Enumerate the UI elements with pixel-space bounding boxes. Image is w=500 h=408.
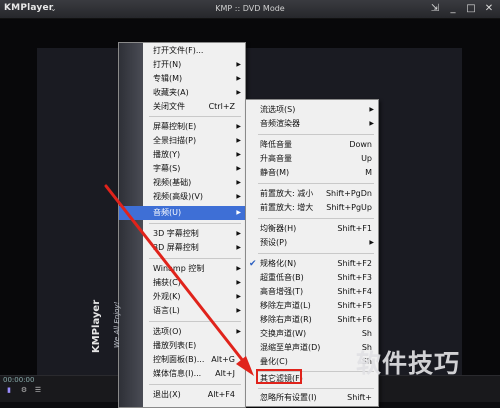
watermark-text: 软件技巧 bbox=[356, 349, 461, 378]
annotation-arrow bbox=[104, 184, 254, 376]
